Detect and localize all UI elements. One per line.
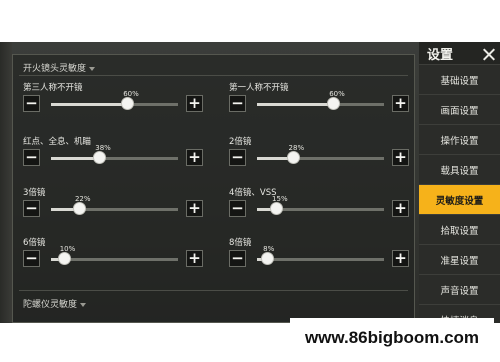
sidebar-item-graphics[interactable]: 画面设置: [419, 94, 500, 124]
sidebar-item-audio[interactable]: 声音设置: [419, 274, 500, 304]
slider-label: 6倍镜: [23, 238, 46, 248]
increase-button[interactable]: +: [392, 200, 409, 217]
sidebar-item-sensitivity[interactable]: 灵敏度设置: [419, 184, 500, 214]
sidebar-item-label: 拾取设置: [440, 225, 479, 237]
increase-button[interactable]: +: [392, 149, 409, 166]
decrease-button[interactable]: −: [23, 200, 40, 217]
decrease-button[interactable]: −: [229, 95, 246, 112]
section-title-gyro[interactable]: 陀螺仪灵敏度: [23, 297, 87, 310]
slider-fill: [51, 157, 100, 160]
increase-button[interactable]: +: [186, 149, 203, 166]
slider-knob[interactable]: [270, 202, 284, 215]
minus-icon: −: [25, 249, 38, 267]
slider-knob[interactable]: [261, 252, 275, 265]
slider-label: 红点、全息、机瞄: [23, 137, 92, 147]
sidebar-item-label: 操作设置: [440, 135, 479, 147]
minus-icon: −: [231, 199, 244, 217]
increase-button[interactable]: +: [186, 200, 203, 217]
slider-third-person: 第三人称不开镜 − 60% +: [23, 81, 203, 115]
increase-button[interactable]: +: [392, 250, 409, 267]
sidebar-item-label: 灵敏度设置: [435, 195, 484, 207]
settings-sidebar: 设置 基础设置 画面设置 操作设置 载具设置 灵敏度设置 拾取设置 准星设置 声…: [419, 42, 500, 323]
decrease-button[interactable]: −: [23, 95, 40, 112]
slider-track[interactable]: [51, 157, 178, 160]
slider-knob[interactable]: [93, 151, 107, 164]
minus-icon: −: [231, 94, 244, 112]
minus-icon: −: [231, 148, 244, 166]
sidebar-item-label: 准星设置: [440, 255, 479, 267]
section-title-gyro-text: 陀螺仪灵敏度: [23, 300, 78, 310]
increase-button[interactable]: +: [392, 95, 409, 112]
slider-6x-scope: 6倍镜 − 10% +: [23, 236, 203, 270]
decrease-button[interactable]: −: [23, 149, 40, 166]
slider-fill: [51, 103, 128, 106]
slider-8x-scope: 8倍镜 − 8% +: [229, 236, 409, 270]
plus-icon: +: [394, 249, 407, 267]
slider-4x-vss: 4倍镜、VSS − 15% +: [229, 186, 409, 220]
section-divider: [19, 75, 408, 76]
plus-icon: +: [188, 94, 201, 112]
watermark: www.86bigboom.com: [290, 318, 494, 357]
section-divider: [19, 290, 408, 291]
slider-track[interactable]: [257, 103, 384, 106]
plus-icon: +: [394, 94, 407, 112]
plus-icon: +: [394, 148, 407, 166]
minus-icon: −: [231, 249, 244, 267]
decrease-button[interactable]: −: [23, 250, 40, 267]
slider-label: 第三人称不开镜: [23, 83, 83, 93]
minus-icon: −: [25, 94, 38, 112]
slider-track[interactable]: [257, 258, 384, 261]
slider-label: 2倍镜: [229, 137, 252, 147]
decrease-button[interactable]: −: [229, 200, 246, 217]
slider-label: 8倍镜: [229, 238, 252, 248]
slider-knob[interactable]: [72, 202, 86, 215]
sidebar-item-label: 画面设置: [440, 105, 479, 117]
slider-knob[interactable]: [57, 252, 71, 265]
slider-label: 第一人称不开镜: [229, 83, 289, 93]
sidebar-item-vehicle[interactable]: 载具设置: [419, 154, 500, 184]
sensitivity-panel: 开火镜头灵敏度 第三人称不开镜 − 60% + 第一人称不开镜 − 60% + …: [12, 54, 415, 323]
sidebar-item-label: 载具设置: [440, 165, 479, 177]
sidebar-title: 设置: [427, 48, 454, 63]
game-settings-screen: 开火镜头灵敏度 第三人称不开镜 − 60% + 第一人称不开镜 − 60% + …: [0, 42, 500, 323]
caret-down-icon: [80, 302, 87, 307]
slider-red-dot: 红点、全息、机瞄 − 38% +: [23, 135, 203, 169]
sidebar-item-label: 基础设置: [440, 75, 479, 87]
sidebar-item-controls[interactable]: 操作设置: [419, 124, 500, 154]
section-title-fire: 开火镜头灵敏度: [23, 61, 96, 74]
plus-icon: +: [188, 148, 201, 166]
minus-icon: −: [25, 148, 38, 166]
slider-knob[interactable]: [286, 151, 300, 164]
plus-icon: +: [188, 199, 201, 217]
watermark-text: www.86bigboom.com: [304, 327, 480, 347]
slider-knob[interactable]: [121, 97, 135, 110]
slider-track[interactable]: [51, 103, 178, 106]
top-margin: [0, 0, 500, 42]
increase-button[interactable]: +: [186, 250, 203, 267]
section-title-fire-text: 开火镜头灵敏度: [23, 64, 87, 74]
minus-icon: −: [25, 199, 38, 217]
slider-label: 3倍镜: [23, 188, 46, 198]
slider-2x-scope: 2倍镜 − 28% +: [229, 135, 409, 169]
increase-button[interactable]: +: [186, 95, 203, 112]
slider-track[interactable]: [257, 157, 384, 160]
decrease-button[interactable]: −: [229, 250, 246, 267]
slider-first-person: 第一人称不开镜 − 60% +: [229, 81, 409, 115]
decrease-button[interactable]: −: [229, 149, 246, 166]
caret-down-icon: [89, 66, 96, 71]
sidebar-item-basic[interactable]: 基础设置: [419, 64, 500, 94]
slider-track[interactable]: [51, 208, 178, 211]
plus-icon: +: [188, 249, 201, 267]
slider-label: 4倍镜、VSS: [229, 188, 277, 198]
sidebar-item-label: 声音设置: [440, 285, 479, 297]
sidebar-item-crosshair[interactable]: 准星设置: [419, 244, 500, 274]
slider-3x-scope: 3倍镜 − 22% +: [23, 186, 203, 220]
frame-edge: [0, 42, 12, 323]
slider-knob[interactable]: [327, 97, 341, 110]
sidebar-item-pickup[interactable]: 拾取设置: [419, 214, 500, 244]
slider-fill: [257, 103, 334, 106]
plus-icon: +: [394, 199, 407, 217]
close-icon[interactable]: [483, 48, 496, 61]
